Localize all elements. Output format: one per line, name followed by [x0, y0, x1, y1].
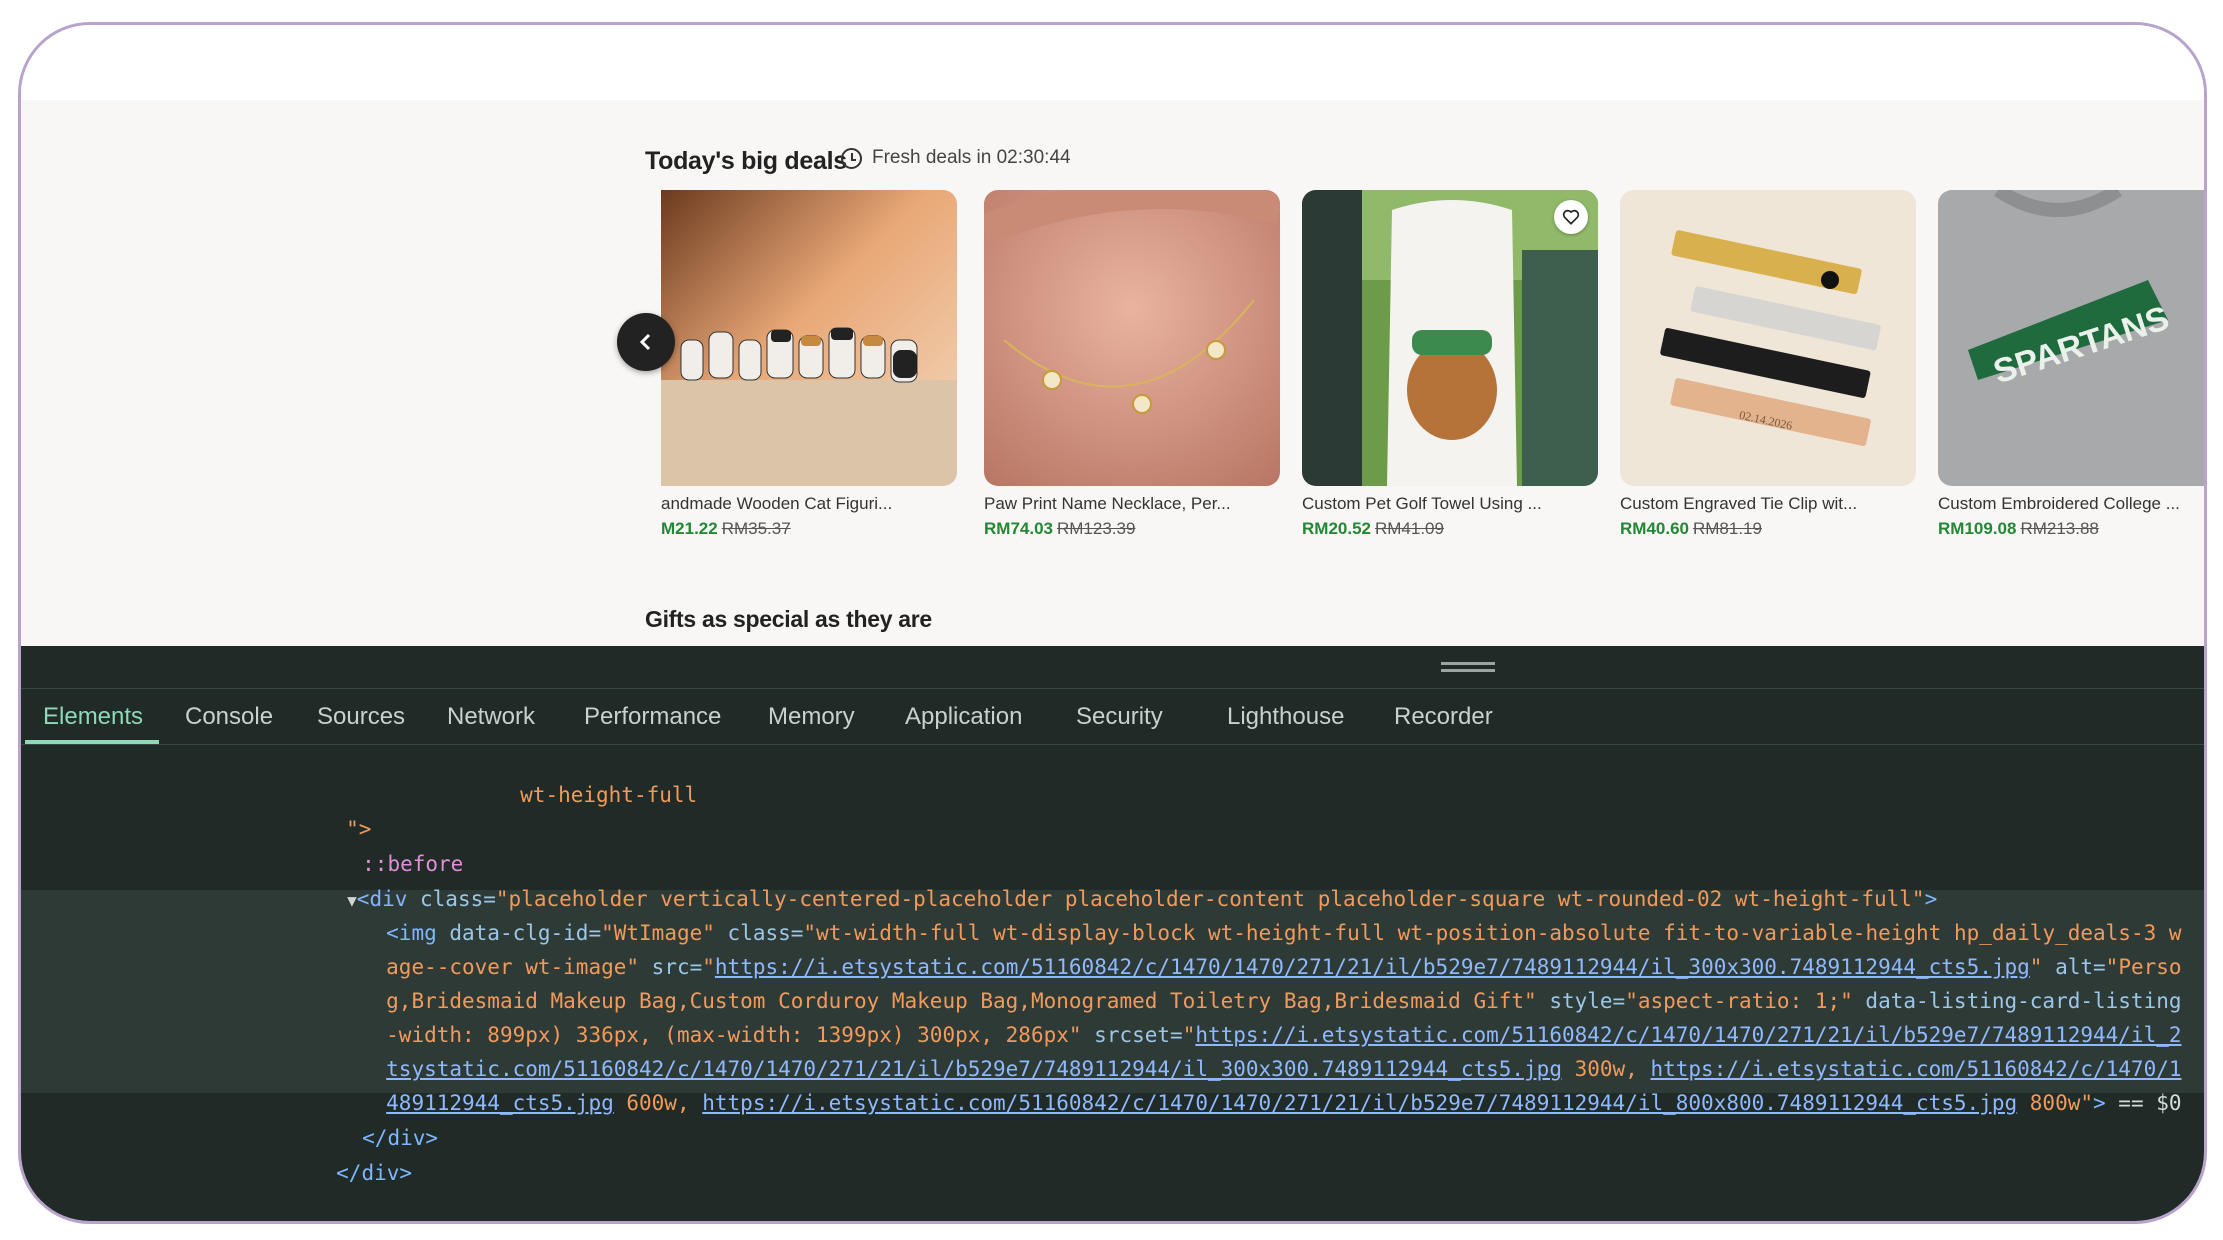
devtools-tabs: Elements Console Sources Network Perform…: [21, 689, 2204, 745]
code-line[interactable]: age--cover wt-image" src="https://i.etsy…: [285, 916, 2181, 979]
product-title[interactable]: Custom Pet Golf Towel Using ...: [1302, 494, 1598, 514]
original-price: RM35.37: [721, 519, 791, 538]
tab-elements[interactable]: Elements: [24, 689, 160, 744]
sale-price: RM40.60: [1620, 519, 1689, 538]
product-price: RM109.08 RM213.88: [1938, 519, 2204, 539]
product-image-golf-towel[interactable]: [1302, 190, 1598, 486]
product-image-necklace[interactable]: [984, 190, 1280, 486]
original-price: RM213.88: [2020, 519, 2099, 538]
deal-card[interactable]: SPARTANS Custom Embroidered College ... …: [1938, 190, 2204, 539]
tab-performance[interactable]: Performance: [584, 689, 721, 744]
heart-icon: [1562, 209, 1580, 225]
code-line[interactable]: wt-height-full: [419, 744, 697, 807]
tab-console[interactable]: Console: [185, 689, 273, 744]
code-line[interactable]: </div>: [261, 1087, 438, 1150]
code-line[interactable]: </div>: [235, 1122, 412, 1185]
srcset-descriptor: 800w": [2017, 1091, 2093, 1115]
product-price: RM40.60 RM81.19: [1620, 519, 1916, 539]
original-price: RM123.39: [1056, 519, 1136, 538]
deal-card[interactable]: Paw Print Name Necklace, Per... RM74.03 R…: [984, 190, 1280, 539]
tag-close: >: [2093, 1091, 2106, 1115]
tab-security[interactable]: Security: [1076, 689, 1163, 744]
deal-card[interactable]: 02.14.2026 Custom Engraved Tie Clip wit.…: [1620, 190, 1916, 539]
tab-lighthouse[interactable]: Lighthouse: [1227, 689, 1344, 744]
code-line-img[interactable]: <img data-clg-id="WtImage" class="wt-wid…: [285, 882, 2181, 945]
product-title[interactable]: Paw Print Name Necklace, Per...: [984, 494, 1280, 514]
product-price: RM74.03 RM123.39: [984, 519, 1280, 539]
shop-page: Today's big deals Fresh deals in 02:30:4…: [21, 100, 2204, 646]
code-line[interactable]: tsystatic.com/51160842/c/1470/1470/271/2…: [285, 1018, 2181, 1081]
carousel-prev-button[interactable]: [617, 313, 675, 371]
product-image-tie-clips[interactable]: 02.14.2026: [1620, 190, 1916, 486]
gifts-title: Gifts as special as they are: [645, 606, 932, 632]
code-line[interactable]: 489112944_cts5.jpg 600w, https://i.etsys…: [285, 1052, 2181, 1115]
product-price: RM20.52 RM41.09: [1302, 519, 1598, 539]
product-image-cat-figurines[interactable]: [661, 190, 957, 486]
favorite-button[interactable]: [1554, 200, 1588, 234]
deals-carousel: andmade Wooden Cat Figuri... M21.22 RM35.…: [21, 100, 2204, 646]
attr-value: wt-height-full: [520, 783, 698, 807]
product-price: M21.22 RM35.37: [661, 519, 957, 539]
product-title[interactable]: Custom Engraved Tie Clip wit...: [1620, 494, 1916, 514]
devtools-panel: Elements Console Sources Network Perform…: [21, 646, 2204, 1221]
tab-network[interactable]: Network: [447, 689, 535, 744]
tab-application[interactable]: Application: [905, 689, 1022, 744]
sale-price: RM74.03: [984, 519, 1053, 538]
product-image-sweatshirt[interactable]: SPARTANS: [1938, 190, 2204, 486]
product-title[interactable]: Custom Embroidered College ...: [1938, 494, 2204, 514]
deal-card[interactable]: andmade Wooden Cat Figuri... M21.22 RM35.…: [661, 190, 957, 539]
original-price: RM41.09: [1374, 519, 1444, 538]
sale-price: M21.22: [661, 519, 718, 538]
tab-memory[interactable]: Memory: [768, 689, 855, 744]
product-title[interactable]: andmade Wooden Cat Figuri...: [661, 494, 957, 514]
deal-card[interactable]: Custom Pet Golf Towel Using ... RM20.52 R…: [1302, 190, 1598, 539]
sale-price: RM20.52: [1302, 519, 1371, 538]
top-strip: [21, 25, 2204, 100]
code-line[interactable]: ::before: [261, 813, 463, 876]
code-line[interactable]: g,Bridesmaid Makeup Bag,Custom Corduroy …: [285, 950, 2181, 1013]
tag-close: </div>: [336, 1161, 413, 1185]
drag-handle-icon[interactable]: [1441, 662, 1495, 665]
screen-frame: Today's big deals Fresh deals in 02:30:4…: [18, 22, 2207, 1224]
chevron-left-icon: [639, 333, 651, 351]
code-line-div[interactable]: ▼<div class="placeholder vertically-cent…: [246, 848, 1937, 911]
original-price: RM81.19: [1692, 519, 1762, 538]
srcset-link[interactable]: https://i.etsystatic.com/51160842/c/1470…: [702, 1091, 2017, 1115]
code-line[interactable]: -width: 899px) 336px, (max-width: 1399px…: [285, 984, 2181, 1047]
sale-price: RM109.08: [1938, 519, 2017, 538]
code-line[interactable]: ">: [245, 778, 371, 841]
srcset-descriptor: 600w,: [613, 1091, 703, 1115]
tab-recorder[interactable]: Recorder: [1394, 689, 1493, 744]
devtools-resize-bar[interactable]: [21, 646, 2204, 689]
tab-sources[interactable]: Sources: [317, 689, 405, 744]
selected-marker: == $0: [2105, 1091, 2182, 1115]
